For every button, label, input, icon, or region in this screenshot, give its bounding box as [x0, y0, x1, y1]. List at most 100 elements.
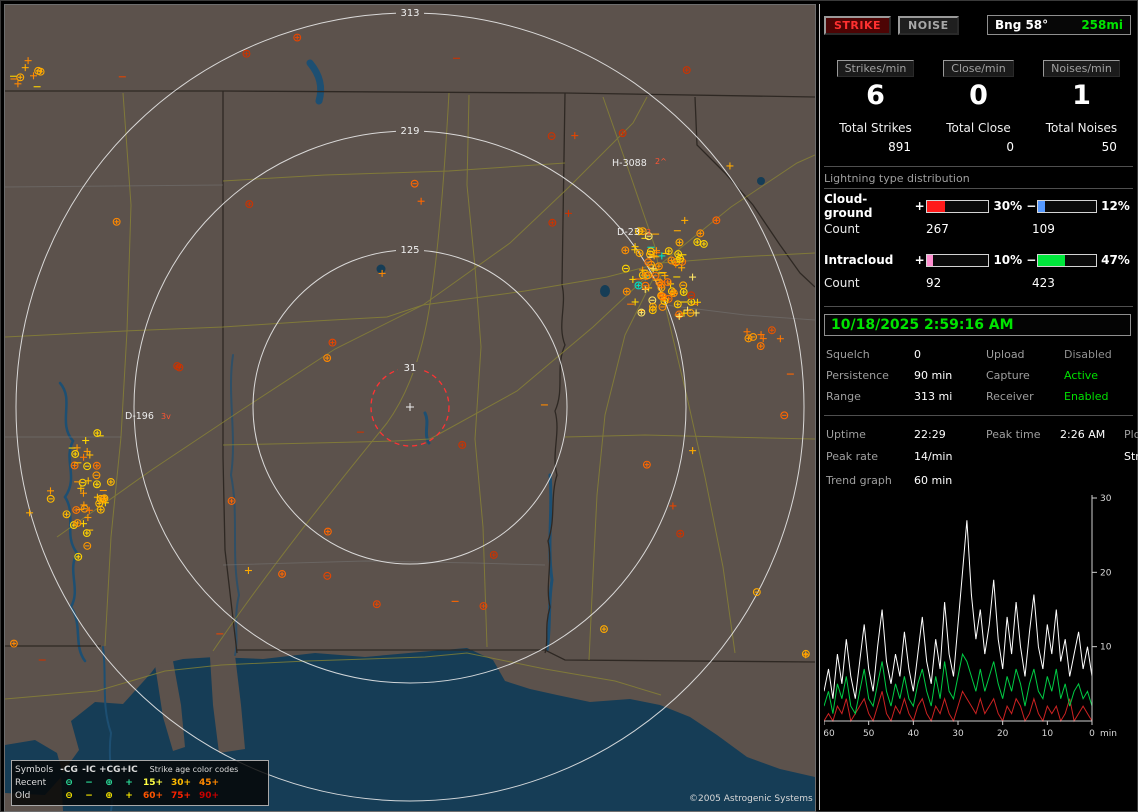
total-strikes-column: Total Strikes 891: [824, 121, 927, 154]
recent-pcg-icon: ⊕: [105, 778, 113, 788]
svg-text:60: 60: [824, 729, 835, 739]
ic-negative-pct: 47%: [1101, 253, 1130, 267]
svg-text:0: 0: [1089, 729, 1095, 739]
legend-col-pcg: +CG: [99, 765, 121, 775]
cg-positive-pct: 30%: [993, 199, 1023, 213]
noises-per-min-column: Noises/min 1: [1030, 57, 1133, 111]
legend-recent-row: Recent ⊖ − ⊕ +15+ 30+ 45+: [15, 777, 265, 790]
storm-label-d196: D-196: [125, 411, 154, 422]
range-value: 313 mi: [914, 390, 953, 403]
control-panel: STRIKE NOISE Bng 58° 258mi Strikes/min 6…: [819, 4, 1138, 810]
ring-label-313: 313: [400, 8, 419, 19]
legend-old-row: Old ⊖ − ⊕ +60+ 75+ 90+: [15, 790, 265, 803]
old-pcg-icon: ⊕: [105, 791, 113, 801]
squelch-label: Squelch: [826, 348, 870, 361]
age-75: 75+: [170, 791, 192, 801]
age-45: 45+: [198, 778, 220, 788]
storm-label-h3088: H-3088: [612, 158, 647, 169]
rates-section: Strikes/min 6 Close/min 0 Noises/min 1: [824, 57, 1133, 111]
intracloud-label: Intracloud: [824, 253, 894, 267]
close-per-min-button[interactable]: Close/min: [943, 60, 1014, 77]
status-section: Squelch 0 Upload Disabled Persistence 90…: [824, 336, 1133, 403]
ring-label-125: 125: [400, 245, 419, 256]
cg-negative-pct: 12%: [1101, 199, 1130, 213]
cloud-ground-count-row: Count 267 109: [824, 218, 1133, 240]
legend-header-row: Symbols -CG -IC +CG+IC Strike age color code…: [15, 763, 265, 777]
total-close-label: Total Close: [946, 121, 1011, 135]
legend-col-nic: -IC: [82, 765, 96, 775]
strike-legend: Symbols -CG -IC +CG+IC Strike age color code…: [11, 760, 269, 806]
nexstorm-window: 313 219 125 31 H-3088 2^ D-23 3 D-196 3v: [0, 0, 1138, 812]
capture-status: Active: [1064, 369, 1099, 382]
legend-symbols-header: Symbols: [15, 765, 54, 775]
intracloud-count-row: Count 92 423: [824, 272, 1133, 294]
mode-header: STRIKE NOISE Bng 58° 258mi: [824, 4, 1133, 39]
recent-ncg-icon: ⊖: [65, 778, 73, 788]
ic-positive-bar: [925, 253, 990, 267]
lightning-map[interactable]: 313 219 125 31 H-3088 2^ D-23 3 D-196 3v: [4, 4, 816, 812]
ic-count-label: Count: [824, 276, 860, 290]
bearing-distance-readout: Bng 58° 258mi: [987, 15, 1131, 35]
cloud-ground-label: Cloud-ground: [824, 192, 873, 220]
legend-age-header: Strike age color codes: [149, 765, 239, 774]
strikes-per-min-column: Strikes/min 6: [824, 57, 927, 111]
legend-old-label: Old: [15, 791, 31, 801]
persistence-label: Persistence: [826, 369, 889, 382]
distance-value: 258mi: [1081, 18, 1123, 32]
noises-per-min-button[interactable]: Noises/min: [1043, 60, 1120, 77]
minus-sign: −: [1026, 253, 1037, 267]
svg-text:30: 30: [952, 729, 964, 739]
upload-label: Upload: [986, 348, 1025, 361]
legend-col-pic: +IC: [120, 765, 138, 775]
storm-label-d23: D-23: [617, 227, 640, 238]
cg-count-label: Count: [824, 222, 860, 236]
plot-label: Plot: [1124, 428, 1138, 441]
total-close-column: Total Close 0: [927, 121, 1030, 154]
svg-text:20: 20: [997, 729, 1009, 739]
cg-negative-count: 109: [1032, 222, 1055, 236]
strikes-per-min-value: 6: [866, 80, 885, 111]
cg-positive-fill: [926, 200, 946, 212]
storm-trend-h3088: 2^: [655, 157, 667, 166]
total-noises-value: 50: [1101, 140, 1117, 154]
age-90: 90+: [198, 791, 220, 801]
trend-chart-canvas: 30 20 10 60 50 40 30 20 10 0 min: [823, 494, 1117, 739]
age-30: 30+: [170, 778, 192, 788]
receiver-status: Enabled: [1064, 390, 1109, 403]
strike-mode-button[interactable]: STRIKE: [824, 15, 892, 35]
legend-col-ncg: -CG: [60, 765, 78, 775]
plus-sign: +: [914, 199, 925, 213]
strikes-per-min-button[interactable]: Strikes/min: [836, 60, 915, 77]
cloud-ground-row: Cloud-ground + 30% − 12%: [824, 192, 1133, 220]
peak-time-label: Peak time: [986, 428, 1041, 441]
trend-chart: 30 20 10 60 50 40 30 20 10 0 min: [823, 493, 1133, 743]
old-nic-icon: −: [85, 791, 93, 801]
trend-header: Trend graph 60 min: [824, 463, 1133, 487]
ring-label-219: 219: [400, 126, 419, 137]
capture-label: Capture: [986, 369, 1030, 382]
copyright-text: ©2005 Astrogenic Systems: [689, 794, 813, 804]
session-section: Uptime 22:29 Peak time 2:26 AM Plot Peak…: [824, 416, 1138, 463]
uptime-label: Uptime: [826, 428, 866, 441]
west-point-lake: [600, 285, 610, 297]
svg-text:50: 50: [863, 729, 875, 739]
range-label: Range: [826, 390, 861, 403]
age-60: 60+: [142, 791, 164, 801]
svg-text:min: min: [1100, 729, 1117, 739]
total-close-value: 0: [1006, 140, 1014, 154]
cg-positive-count: 267: [926, 222, 949, 236]
ring-label-31: 31: [404, 363, 417, 374]
recent-pic-icon: +: [125, 778, 133, 788]
cg-negative-fill: [1038, 200, 1046, 212]
old-pic-icon: +: [125, 791, 133, 801]
total-strikes-value: 891: [888, 140, 911, 154]
ic-negative-fill: [1038, 254, 1066, 266]
bearing-value: Bng 58°: [995, 18, 1049, 32]
intracloud-row: Intracloud + 10% − 47%: [824, 248, 1133, 272]
lake-hartwell: [757, 177, 765, 185]
ic-positive-count: 92: [926, 276, 942, 290]
total-strikes-label: Total Strikes: [839, 121, 912, 135]
peak-rate-value: 14/min: [914, 450, 953, 463]
storm-trend-d23: 3: [646, 228, 651, 237]
noise-mode-button[interactable]: NOISE: [898, 15, 959, 35]
